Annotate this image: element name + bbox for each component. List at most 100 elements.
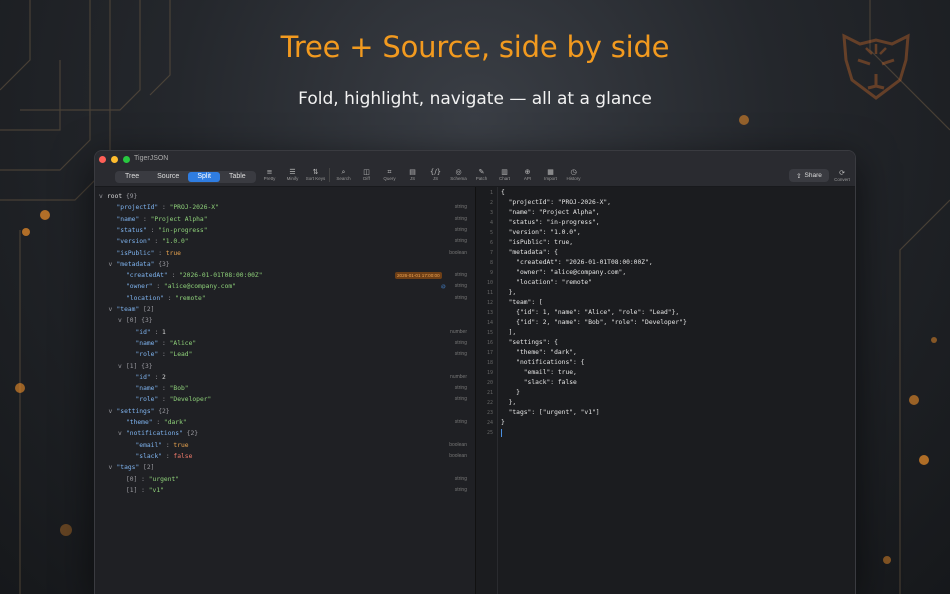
tree-child-count: {2} — [158, 407, 170, 415]
toolbar-label: Minify — [286, 176, 299, 181]
tree-node[interactable]: v "metadata" {3} — [95, 259, 476, 270]
source-editor[interactable]: { "projectId": "PROJ-2026-X", "name": "P… — [498, 187, 855, 594]
toolbar-pretty-button[interactable]: ≡ Pretty — [258, 168, 281, 182]
tree-type-label: string — [454, 272, 467, 279]
tree-type-label: number — [450, 373, 467, 380]
chevron-down-icon[interactable]: v — [109, 406, 117, 417]
tree-node[interactable]: "slack" : false boolean — [95, 451, 476, 462]
tree-type-label: string — [454, 351, 467, 358]
tree-pane[interactable]: v root {9} "projectId" : "PROJ-2026-X" stri… — [95, 187, 476, 594]
tree-node[interactable]: v "settings" {2} — [95, 406, 476, 417]
email-link-icon[interactable]: @ — [441, 281, 446, 292]
diff-icon: ◫ — [363, 168, 370, 176]
tree-node[interactable]: "theme" : "dark" string — [95, 417, 476, 428]
tree-key: [0] — [126, 475, 138, 483]
tree-type-label: number — [450, 328, 467, 335]
tree-node[interactable]: "name" : "Alice" string — [95, 338, 476, 349]
toolbar-minify-button[interactable]: ☰ Minify — [281, 168, 304, 182]
source-line: } — [501, 389, 520, 396]
tree-key: "name" — [135, 339, 159, 347]
tree-type-label: string — [454, 226, 467, 233]
chevron-down-icon[interactable]: v — [109, 462, 117, 473]
source-line: "owner": "alice@company.com", — [501, 269, 627, 276]
sort-keys-icon: ⇅ — [312, 168, 319, 176]
tree-node[interactable]: "role" : "Developer" string — [95, 394, 476, 405]
share-icon: ⇪ — [796, 172, 802, 180]
tree-node[interactable]: "id" : 1 number — [95, 327, 476, 338]
close-window-button[interactable] — [99, 156, 106, 163]
toolbar-js-button[interactable]: {/} JS — [424, 168, 447, 182]
tree-value: false — [173, 452, 193, 460]
tree-separator: : — [158, 351, 170, 359]
toolbar-patch-button[interactable]: ✎ Patch — [470, 168, 493, 182]
tree-child-count: {3} — [158, 260, 170, 268]
tree-value: true — [173, 441, 189, 449]
toolbar-api-button[interactable]: ⊕ API — [516, 168, 539, 182]
chevron-down-icon[interactable]: v — [118, 315, 126, 326]
view-mode-tree[interactable]: Tree — [116, 172, 148, 182]
tree-node[interactable]: "version" : "1.0.0" string — [95, 236, 476, 247]
tree-node[interactable]: "id" : 2 number — [95, 372, 476, 383]
tree-node[interactable]: v root {9} — [95, 191, 476, 202]
toolbar: ≡ Pretty ☰ Minify ⇅ Sort Keys ⌕ Search ◫ Diff ⌗ Que… — [258, 168, 585, 182]
line-number: 16 — [486, 340, 493, 346]
toolbar-label: Pretty — [263, 176, 276, 181]
tree-node[interactable]: "role" : "Lead" string — [95, 349, 476, 360]
tree-separator: : — [158, 385, 170, 393]
minimize-window-button[interactable] — [111, 156, 118, 163]
tree-node[interactable]: "isPublic" : true boolean — [95, 248, 476, 259]
toolbar-label: Patch — [475, 176, 488, 181]
line-number: 2 — [489, 200, 493, 206]
tree-node[interactable]: "location" : "remote" string — [95, 293, 476, 304]
zoom-window-button[interactable] — [123, 156, 130, 163]
toolbar-import-button[interactable]: ▦ Import — [539, 168, 562, 182]
share-button[interactable]: ⇪ Share — [789, 169, 829, 182]
view-mode-table[interactable]: Table — [220, 172, 255, 182]
tree-node[interactable]: [1] : "v1" string — [95, 485, 476, 496]
tree-key: "tags" — [116, 464, 140, 472]
toolbar-search-button[interactable]: ⌕ Search — [332, 168, 355, 182]
source-line: "createdAt": "2026-01-01T08:00:00Z", — [501, 259, 653, 266]
line-number: 14 — [486, 320, 493, 326]
tree-node[interactable]: "name" : "Project Alpha" string — [95, 214, 476, 225]
line-number: 6 — [489, 240, 493, 246]
chevron-down-icon[interactable]: v — [109, 304, 117, 315]
view-mode-source[interactable]: Source — [148, 172, 188, 182]
tree-value: "Lead" — [169, 351, 193, 359]
toolbar-schema-button[interactable]: ◎ Schema — [447, 168, 470, 182]
source-line: {"id": 1, "name": "Alice", "role": "Lead… — [501, 309, 680, 316]
tree-node[interactable]: v "team" [2] — [95, 304, 476, 315]
tree-node[interactable]: "email" : true boolean — [95, 440, 476, 451]
view-mode-split[interactable]: Split — [188, 172, 220, 182]
source-pane[interactable]: 1 2 3 4 5 6 7 8 9 10 11 12 13 14 15 16 17 18 19 20 21 22 23 24 2… — [476, 187, 855, 594]
convert-button[interactable]: ⟳ Convert — [832, 169, 852, 182]
tree-node[interactable]: "projectId" : "PROJ-2026-X" string — [95, 202, 476, 213]
toolbar-sort-keys-button[interactable]: ⇅ Sort Keys — [304, 168, 327, 182]
tree-node[interactable]: v [1] {3} — [95, 361, 476, 372]
chevron-down-icon[interactable]: v — [109, 259, 117, 270]
tree-node[interactable]: "status" : "in-progress" string — [95, 225, 476, 236]
tree-separator: : — [158, 204, 170, 212]
tree-key: "id" — [135, 373, 151, 381]
toolbar-js-button[interactable]: ▤ JS — [401, 168, 424, 182]
tree-node[interactable]: v "tags" [2] — [95, 462, 476, 473]
tree-key: [1] — [126, 362, 138, 370]
toolbar-chart-button[interactable]: ▥ Chart — [493, 168, 516, 182]
chevron-down-icon[interactable]: v — [118, 428, 126, 439]
tree-value: true — [165, 249, 181, 257]
tree-node[interactable]: "owner" : "alice@company.com" @ string — [95, 281, 476, 292]
tree-node[interactable]: "createdAt" : "2026-01-01T08:00:00Z" 2026… — [95, 270, 476, 281]
tree-node[interactable]: [0] : "urgent" string — [95, 474, 476, 485]
tree-node[interactable]: v [0] {3} — [95, 315, 476, 326]
tree-key: [0] — [126, 317, 138, 325]
line-number: 18 — [486, 360, 493, 366]
toolbar-history-button[interactable]: ◷ History — [562, 168, 585, 182]
date-preview-badge: 2026-01-01 17:00:00 — [395, 272, 442, 280]
chevron-down-icon[interactable]: v — [99, 191, 107, 202]
tree-node[interactable]: v "notifications" {2} — [95, 428, 476, 439]
chevron-down-icon[interactable]: v — [118, 361, 126, 372]
toolbar-query-button[interactable]: ⌗ Query — [378, 168, 401, 182]
tree-node[interactable]: "name" : "Bob" string — [95, 383, 476, 394]
query-icon: ⌗ — [387, 168, 392, 176]
toolbar-diff-button[interactable]: ◫ Diff — [355, 168, 378, 182]
